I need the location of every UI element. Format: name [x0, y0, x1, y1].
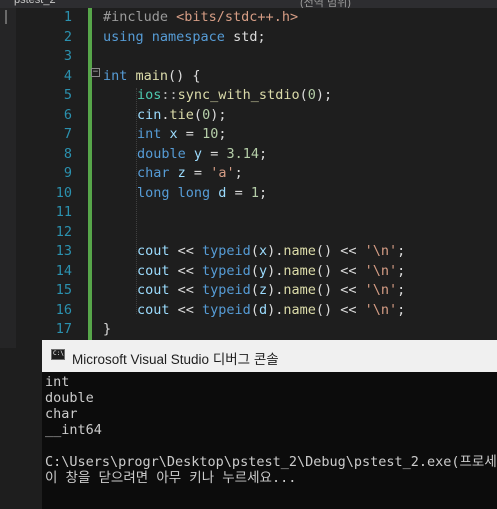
code-line-14: cout << typeid(y).name() << '\n'; [137, 262, 406, 279]
line-number: 17 [55, 321, 72, 337]
code-line-17: } [103, 321, 112, 337]
line-number: 3 [63, 48, 72, 64]
console-app-icon: C:\ [51, 349, 65, 360]
change-tracking-bar [88, 8, 92, 340]
line-number: 15 [55, 282, 72, 298]
left-background [0, 348, 42, 509]
code-line-1: #include <bits/stdc++.h> [103, 9, 299, 25]
code-line-6: cin.tie(0); [137, 106, 227, 123]
console-line: C:\Users\progr\Desktop\pstest_2\Debug\ps… [45, 454, 497, 470]
code-line-2: using namespace std; [103, 28, 266, 45]
console-line: 이 창을 닫으려면 아무 키나 누르세요... [45, 470, 297, 486]
line-number: 11 [55, 204, 72, 220]
line-number: 14 [55, 262, 72, 279]
console-title: Microsoft Visual Studio 디버그 콘솔 [72, 352, 279, 367]
code-line-15: cout << typeid(z).name() << '\n'; [137, 282, 406, 298]
editor-tab-bar: pstest_2 (전역 범위) [0, 0, 497, 8]
console-line: int [45, 374, 70, 390]
left-tool-strip [0, 8, 16, 348]
console-line: __int64 [45, 422, 102, 438]
line-number: 12 [55, 223, 72, 240]
line-number: 2 [63, 28, 72, 45]
line-number: 7 [63, 126, 72, 142]
code-line-10: long long d = 1; [137, 184, 268, 201]
scope-dropdown[interactable]: (전역 범위) [300, 0, 351, 8]
line-number: 9 [63, 165, 72, 181]
console-title-bar[interactable]: C:\ Microsoft Visual Studio 디버그 콘솔 [42, 340, 497, 372]
line-number: 4 [63, 67, 72, 84]
strip-marker [5, 10, 7, 24]
code-line-4: int main() { [103, 67, 201, 84]
line-number: 8 [63, 145, 72, 162]
code-line-5: ios::sync_with_stdio(0); [137, 87, 333, 103]
code-line-13: cout << typeid(x).name() << '\n'; [137, 243, 406, 259]
console-line: double [45, 390, 94, 406]
collapse-toggle-icon[interactable]: − [91, 68, 100, 77]
line-number: 13 [55, 243, 72, 259]
console-output[interactable]: int double char __int64 C:\Users\progr\D… [42, 372, 497, 509]
line-number: 16 [55, 301, 72, 318]
code-line-16: cout << typeid(d).name() << '\n'; [137, 301, 406, 318]
code-line-7: int x = 10; [137, 126, 227, 142]
file-tab[interactable]: pstest_2 [14, 0, 56, 6]
code-line-8: double y = 3.14; [137, 145, 268, 162]
code-line-9: char z = 'a'; [137, 165, 243, 181]
line-number: 6 [63, 106, 72, 123]
console-line: char [45, 406, 78, 422]
line-number: 1 [63, 9, 72, 25]
line-number: 10 [55, 184, 72, 201]
line-number: 5 [63, 87, 72, 103]
